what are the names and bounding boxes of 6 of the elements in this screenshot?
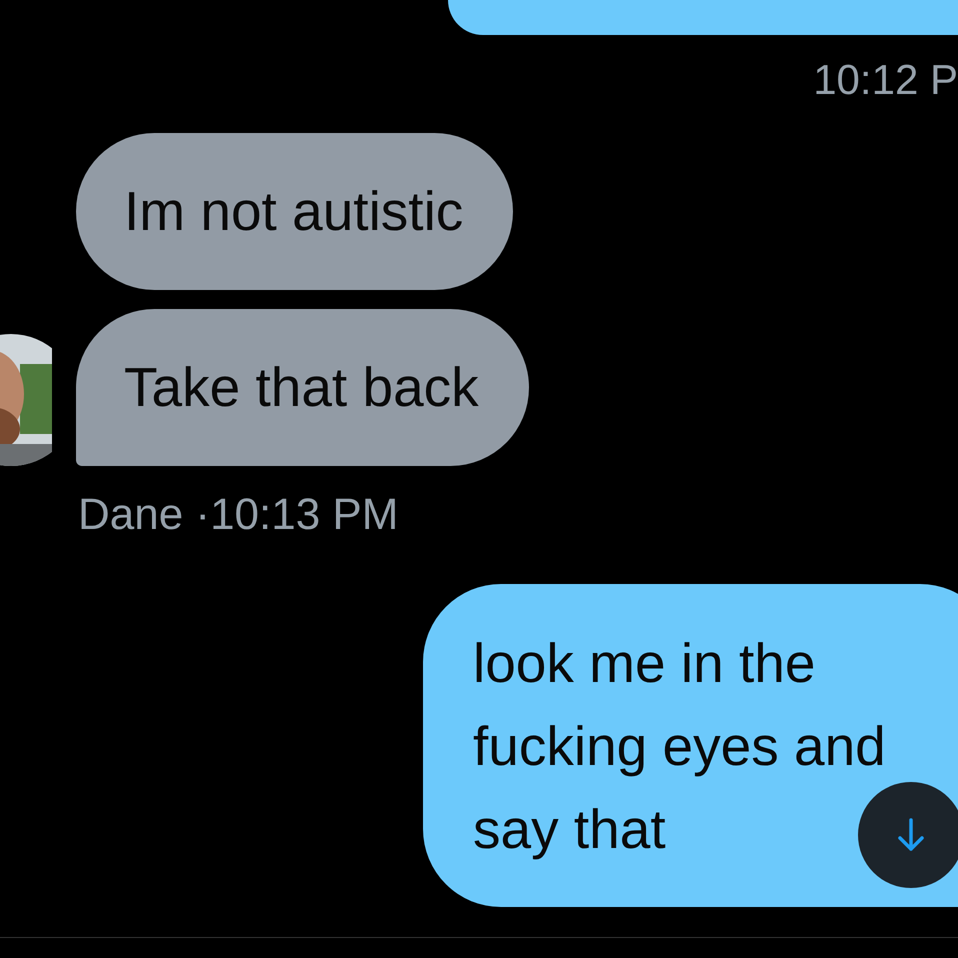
sender-time: Dane ·10:13 PM — [78, 490, 400, 540]
timestamp: 10:12 P — [813, 57, 958, 104]
message-bubble: Take that back — [76, 309, 529, 466]
message-bubble: look me in the fucking eyes and say that — [423, 584, 958, 908]
message-bubble: Im not autistic — [76, 133, 514, 290]
arrow-down-icon — [896, 817, 926, 853]
